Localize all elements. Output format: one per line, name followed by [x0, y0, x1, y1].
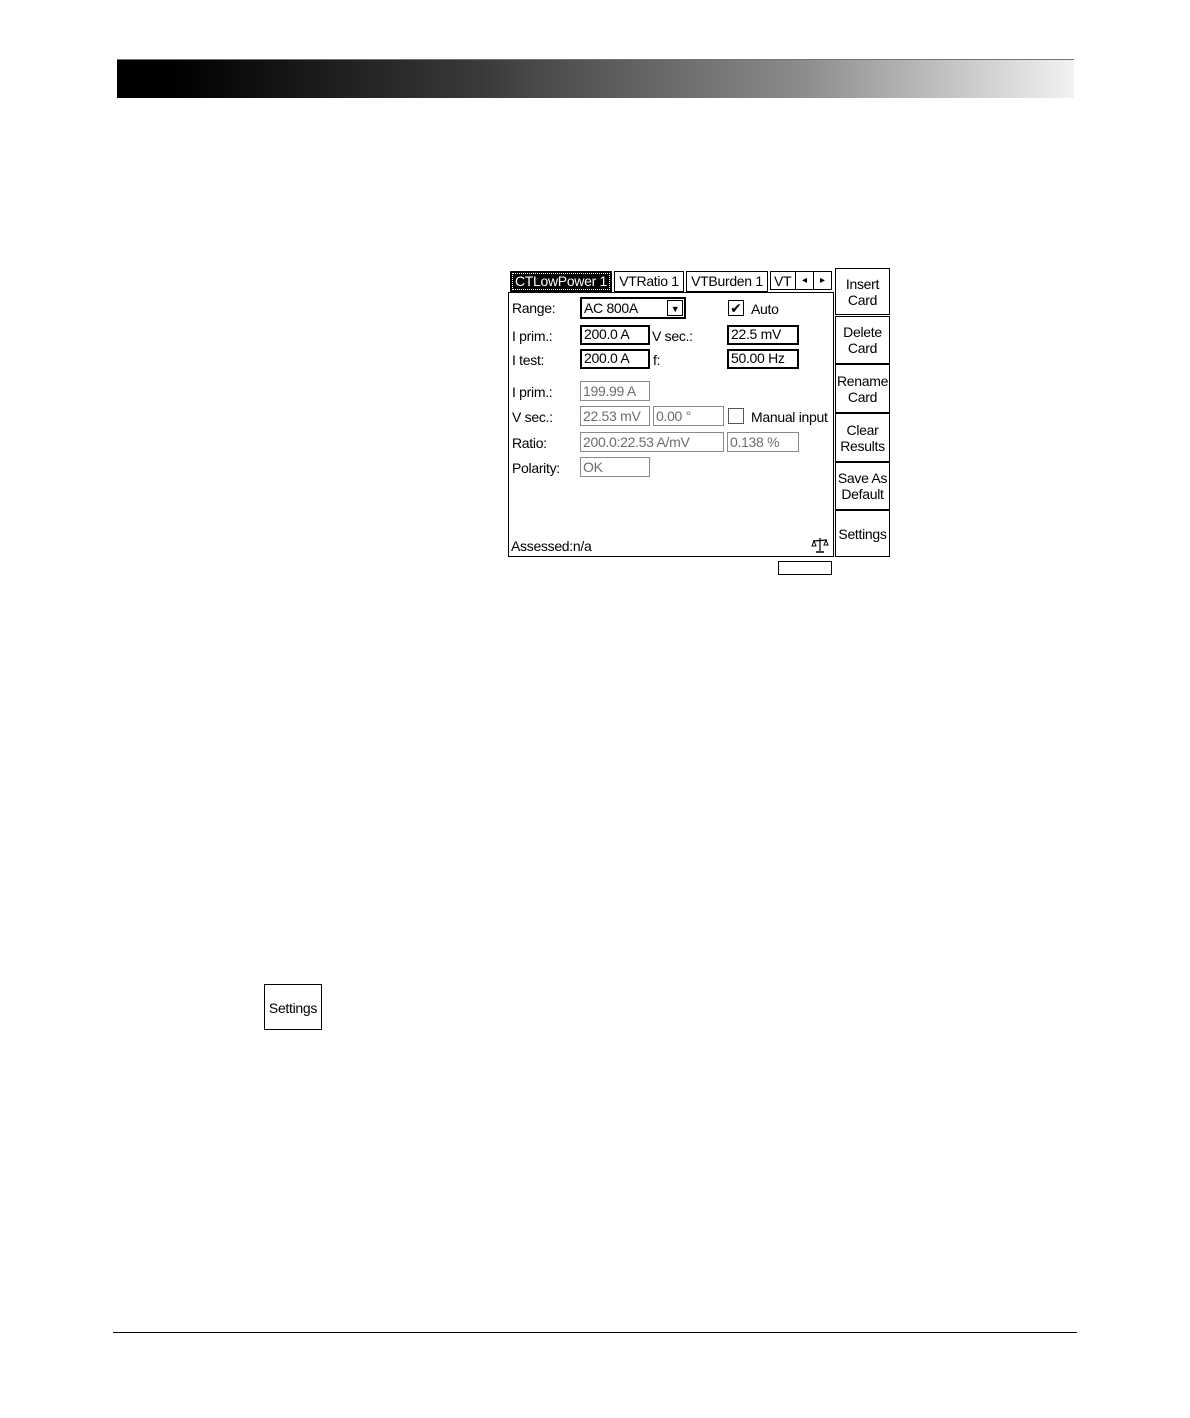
manual-input-checkbox[interactable] [728, 408, 744, 424]
result-vsec-label: V sec.: [512, 409, 553, 425]
tab-vtburden-1[interactable]: VTBurden 1 [686, 271, 768, 292]
clear-results-button[interactable]: Clear Results [835, 413, 890, 462]
manual-input-label: Manual input [751, 409, 828, 425]
device-screen: CTLowPower 1 VTRatio 1 VTBurden 1 VT ◂ ▸… [508, 268, 892, 575]
chevron-down-icon[interactable]: ▼ [667, 300, 683, 316]
auto-checkbox[interactable]: ✔ [728, 300, 744, 316]
iprim-input[interactable]: 200.0 A [580, 325, 650, 345]
balance-scale-icon [811, 538, 829, 553]
card-tabs: CTLowPower 1 VTRatio 1 VTBurden 1 VT ◂ ▸ [508, 268, 834, 294]
itest-label: I test: [512, 352, 545, 368]
insert-card-button[interactable]: Insert Card [835, 268, 890, 315]
assessed-status: Assessed:n/a [511, 538, 592, 554]
vsec-input[interactable]: 22.5 mV [727, 325, 799, 345]
range-value: AC 800A [584, 300, 638, 316]
vsec-label: V sec.: [652, 328, 693, 344]
result-iprim-label: I prim.: [512, 384, 553, 400]
tab-ctlowpower-1[interactable]: CTLowPower 1 [510, 271, 612, 292]
polarity-label: Polarity: [512, 460, 560, 476]
settings-key-illustration[interactable]: Settings [264, 984, 322, 1030]
tab-scroll-left-icon[interactable]: ◂ [795, 271, 814, 290]
tab-scroll-arrows: ◂ ▸ [795, 271, 833, 290]
result-vsec-phase: 0.00 ° [653, 406, 724, 426]
assessment-result-box [778, 561, 832, 575]
footer-rule [113, 1332, 1077, 1333]
result-vsec-value: 22.53 mV [580, 406, 650, 426]
auto-label: Auto [751, 301, 779, 317]
tab-scroll-right-icon[interactable]: ▸ [813, 271, 832, 290]
ratio-label: Ratio: [512, 435, 547, 451]
tab-vtratio-1[interactable]: VTRatio 1 [614, 271, 684, 292]
delete-card-button[interactable]: Delete Card [835, 316, 890, 364]
iprim-label: I prim.: [512, 328, 553, 344]
result-iprim-value: 199.99 A [580, 381, 650, 401]
page-header-bar [117, 59, 1074, 98]
range-label: Range: [512, 300, 556, 316]
frequency-input[interactable]: 50.00 Hz [727, 349, 799, 369]
itest-input[interactable]: 200.0 A [580, 349, 650, 369]
frequency-label: f: [653, 352, 661, 368]
polarity-value: OK [580, 457, 650, 477]
settings-button[interactable]: Settings [835, 510, 890, 557]
ratio-error-value: 0.138 % [727, 432, 799, 452]
rename-card-button[interactable]: Rename Card [835, 364, 890, 413]
save-as-default-button[interactable]: Save As Default [835, 462, 890, 510]
range-dropdown[interactable]: AC 800A ▼ [580, 297, 686, 319]
card-panel: Range: AC 800A ▼ ✔ Auto I prim.: 200.0 A… [508, 292, 834, 575]
ratio-value: 200.0:22.53 A/mV [580, 432, 724, 452]
tab-vt-truncated[interactable]: VT [770, 271, 798, 290]
